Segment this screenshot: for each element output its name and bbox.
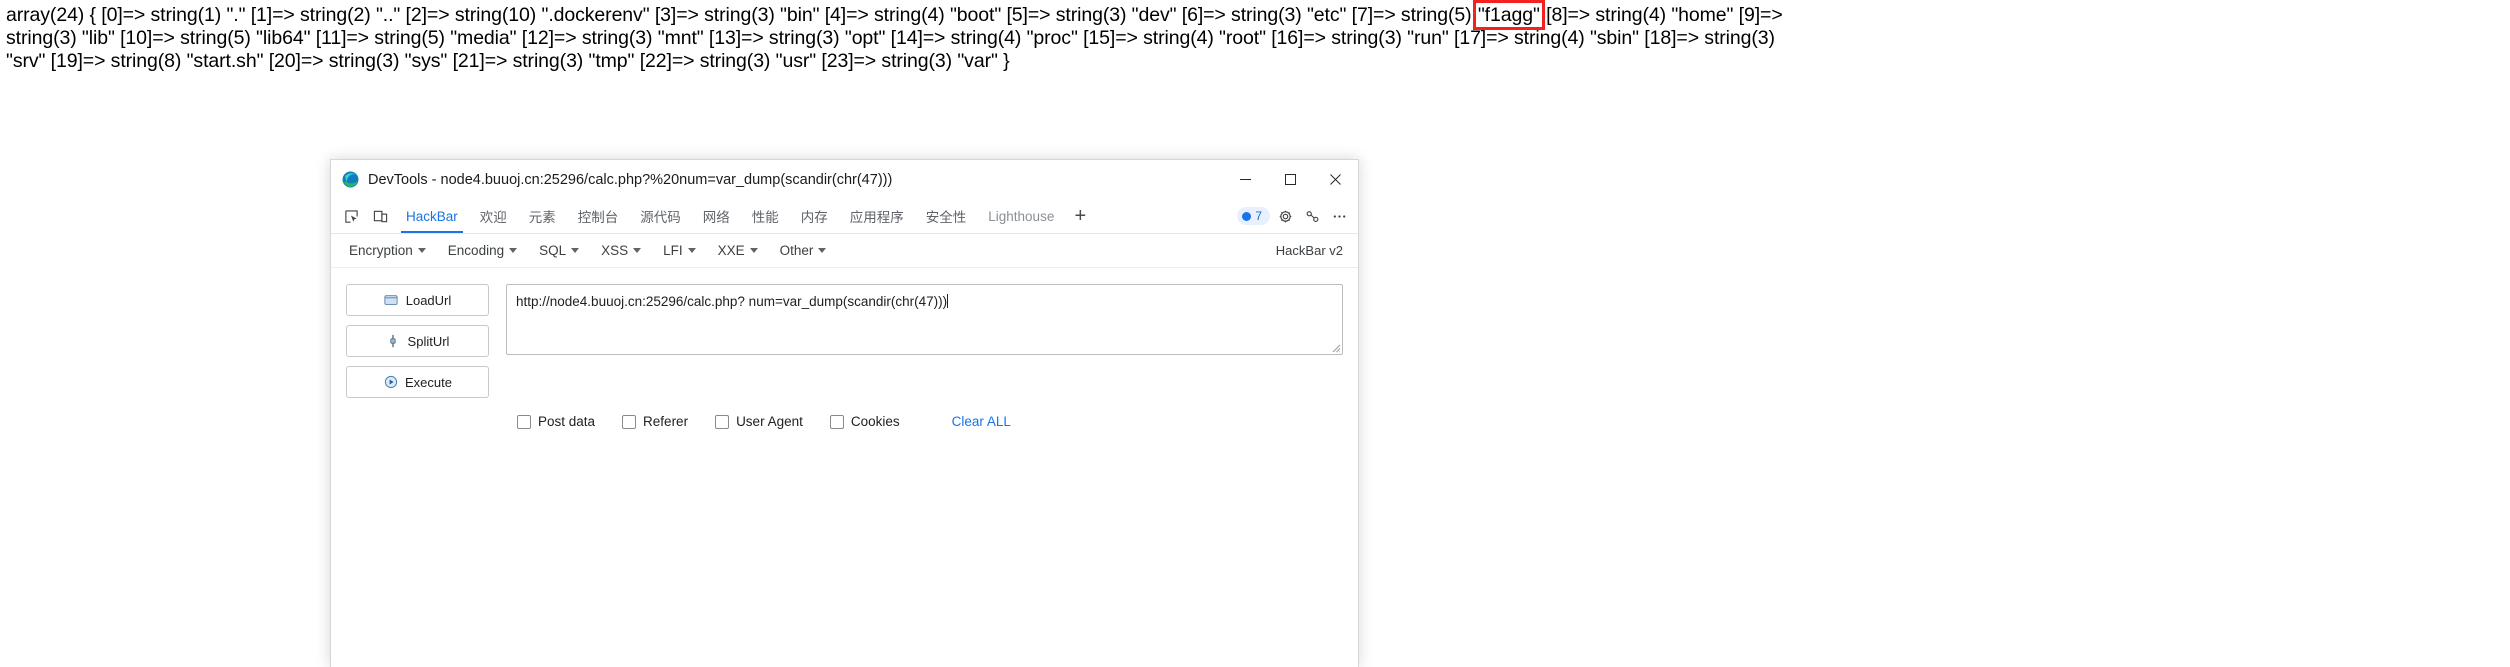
hackbar-version-label: HackBar v2 (1275, 243, 1343, 258)
checkbox-input[interactable] (622, 414, 637, 429)
hackbar-menu-item[interactable]: SQL (539, 243, 580, 258)
checkbox-input[interactable] (715, 414, 730, 429)
issues-count: 7 (1255, 209, 1262, 223)
var-dump-text: [8]=> string(4) "home" [9]=> (1540, 4, 1783, 26)
execute-button[interactable]: Execute (346, 366, 489, 398)
add-tab-button[interactable]: + (1065, 199, 1095, 233)
var-dump-text: string(3) "lib" [10]=> string(5) "lib64"… (6, 27, 1775, 49)
hackbar-menu-item[interactable]: Encoding (447, 243, 518, 258)
var-dump-text: array(24) { [0]=> string(1) "." [1]=> st… (6, 4, 1477, 26)
var-dump-line: string(3) "lib" [10]=> string(5) "lib64"… (6, 27, 2506, 50)
chevron-down-icon (571, 248, 580, 253)
devtools-tab[interactable]: 欢迎 (469, 199, 518, 233)
chevron-down-icon (509, 248, 518, 253)
hackbar-menu-item[interactable]: LFI (663, 243, 696, 258)
hackbar-menu-label: Encoding (447, 243, 505, 258)
checkbox-option[interactable]: Post data (517, 414, 595, 429)
hackbar-menu-label: XXE (717, 243, 745, 258)
var-dump-output: array(24) { [0]=> string(1) "." [1]=> st… (6, 0, 2506, 73)
clear-all-link[interactable]: Clear ALL (952, 414, 1011, 429)
execute-icon (383, 375, 398, 390)
chevron-down-icon (687, 248, 696, 253)
devtools-tab[interactable]: Lighthouse (977, 199, 1065, 233)
hackbar-action-buttons: LoadUrl SplitUrl Execute (346, 284, 489, 398)
devtools-tab[interactable]: HackBar (395, 199, 469, 233)
hackbar-menu-label: Encryption (349, 243, 413, 258)
chevron-down-icon (633, 248, 642, 253)
hackbar-options-row: Post data Referer User Agent Cookies Clear … (331, 398, 1358, 429)
load-url-icon (384, 293, 399, 308)
issues-badge[interactable]: 7 (1237, 207, 1270, 225)
hackbar-menu-item[interactable]: XXE (718, 243, 758, 258)
hackbar-menu-bar: Encryption Encoding SQL XSS LFI XXE Other Hack… (331, 234, 1358, 268)
hackbar-menu-label: Other (779, 243, 814, 258)
checkbox-input[interactable] (517, 414, 531, 429)
devtools-window: DevTools - node4.buuoj.cn:25296/calc.php… (330, 159, 1359, 667)
close-icon[interactable] (1313, 160, 1358, 199)
var-dump-line: "srv" [19]=> string(8) "start.sh" [20]=>… (6, 50, 2506, 73)
checkbox-label: User Agent (736, 414, 803, 429)
minimize-icon[interactable] (1223, 160, 1268, 199)
button-label: LoadUrl (405, 292, 452, 308)
devtools-tabstrip: HackBar 欢迎 元素 控制台 源代码 网络 性能 内存 应用程序 安全性 Lighthouse… (331, 199, 1358, 234)
hackbar-menu-label: LFI (663, 243, 683, 258)
var-dump-text: "srv" [19]=> string(8) "start.sh" [20]=>… (6, 50, 1010, 72)
chevron-down-icon (818, 248, 827, 253)
hackbar-menu-item[interactable]: Encryption (349, 243, 426, 258)
maximize-icon[interactable] (1268, 160, 1313, 199)
checkbox-option[interactable]: Referer (622, 414, 688, 429)
button-label: Execute (405, 374, 452, 390)
hackbar-panel: LoadUrl SplitUrl Execute http://node4.buuo… (331, 268, 1358, 398)
checkbox-label: Post data (538, 414, 596, 429)
devtools-tab[interactable]: 内存 (790, 199, 839, 233)
checkbox-label: Referer (643, 414, 689, 429)
devtools-tab[interactable]: 元素 (518, 199, 567, 233)
hackbar-menu-item[interactable]: Other (780, 243, 827, 258)
button-label: SplitUrl (407, 333, 450, 349)
checkbox-option[interactable]: Cookies (829, 414, 900, 429)
devtools-tab[interactable]: 源代码 (629, 199, 692, 233)
loadurl-button[interactable]: LoadUrl (346, 284, 489, 316)
hackbar-menu-label: XSS (601, 243, 629, 258)
textarea-resize-handle[interactable] (1330, 342, 1341, 353)
window-title: DevTools - node4.buuoj.cn:25296/calc.php… (368, 171, 893, 188)
window-controls (1223, 160, 1358, 199)
devtools-tab[interactable]: 控制台 (567, 199, 630, 233)
spliturl-button[interactable]: SplitUrl (346, 325, 489, 357)
url-input-value: http://node4.buuoj.cn:25296/calc.php? nu… (516, 294, 948, 309)
inspect-element-icon[interactable] (337, 199, 366, 233)
issues-dot-icon (1242, 211, 1252, 221)
edge-logo-icon (342, 171, 359, 188)
hackbar-menu-item[interactable]: XSS (601, 243, 642, 258)
devtools-customize-icon[interactable] (1300, 204, 1324, 228)
window-titlebar: DevTools - node4.buuoj.cn:25296/calc.php… (331, 160, 1358, 199)
text-caret (947, 294, 949, 308)
devtools-tab[interactable]: 网络 (692, 199, 741, 233)
url-input[interactable]: http://node4.buuoj.cn:25296/calc.php? nu… (506, 284, 1343, 355)
devtools-tab[interactable]: 安全性 (915, 199, 978, 233)
chevron-down-icon (749, 248, 758, 253)
checkbox-label: Cookies (850, 414, 900, 429)
var-dump-line: array(24) { [0]=> string(1) "." [1]=> st… (6, 0, 2506, 30)
devtools-tab[interactable]: 性能 (741, 199, 790, 233)
tabstrip-right-controls: 7 (1237, 199, 1358, 233)
split-url-icon (386, 334, 401, 349)
checkbox-input[interactable] (829, 414, 844, 429)
flag-highlight: "f1agg" (1472, 0, 1545, 30)
devtools-tab[interactable]: 应用程序 (839, 199, 915, 233)
more-options-icon[interactable] (1327, 204, 1351, 228)
hackbar-menu-label: SQL (539, 243, 567, 258)
chevron-down-icon (417, 248, 426, 253)
settings-gear-icon[interactable] (1273, 204, 1297, 228)
device-toolbar-icon[interactable] (366, 199, 395, 233)
checkbox-option[interactable]: User Agent (715, 414, 803, 429)
